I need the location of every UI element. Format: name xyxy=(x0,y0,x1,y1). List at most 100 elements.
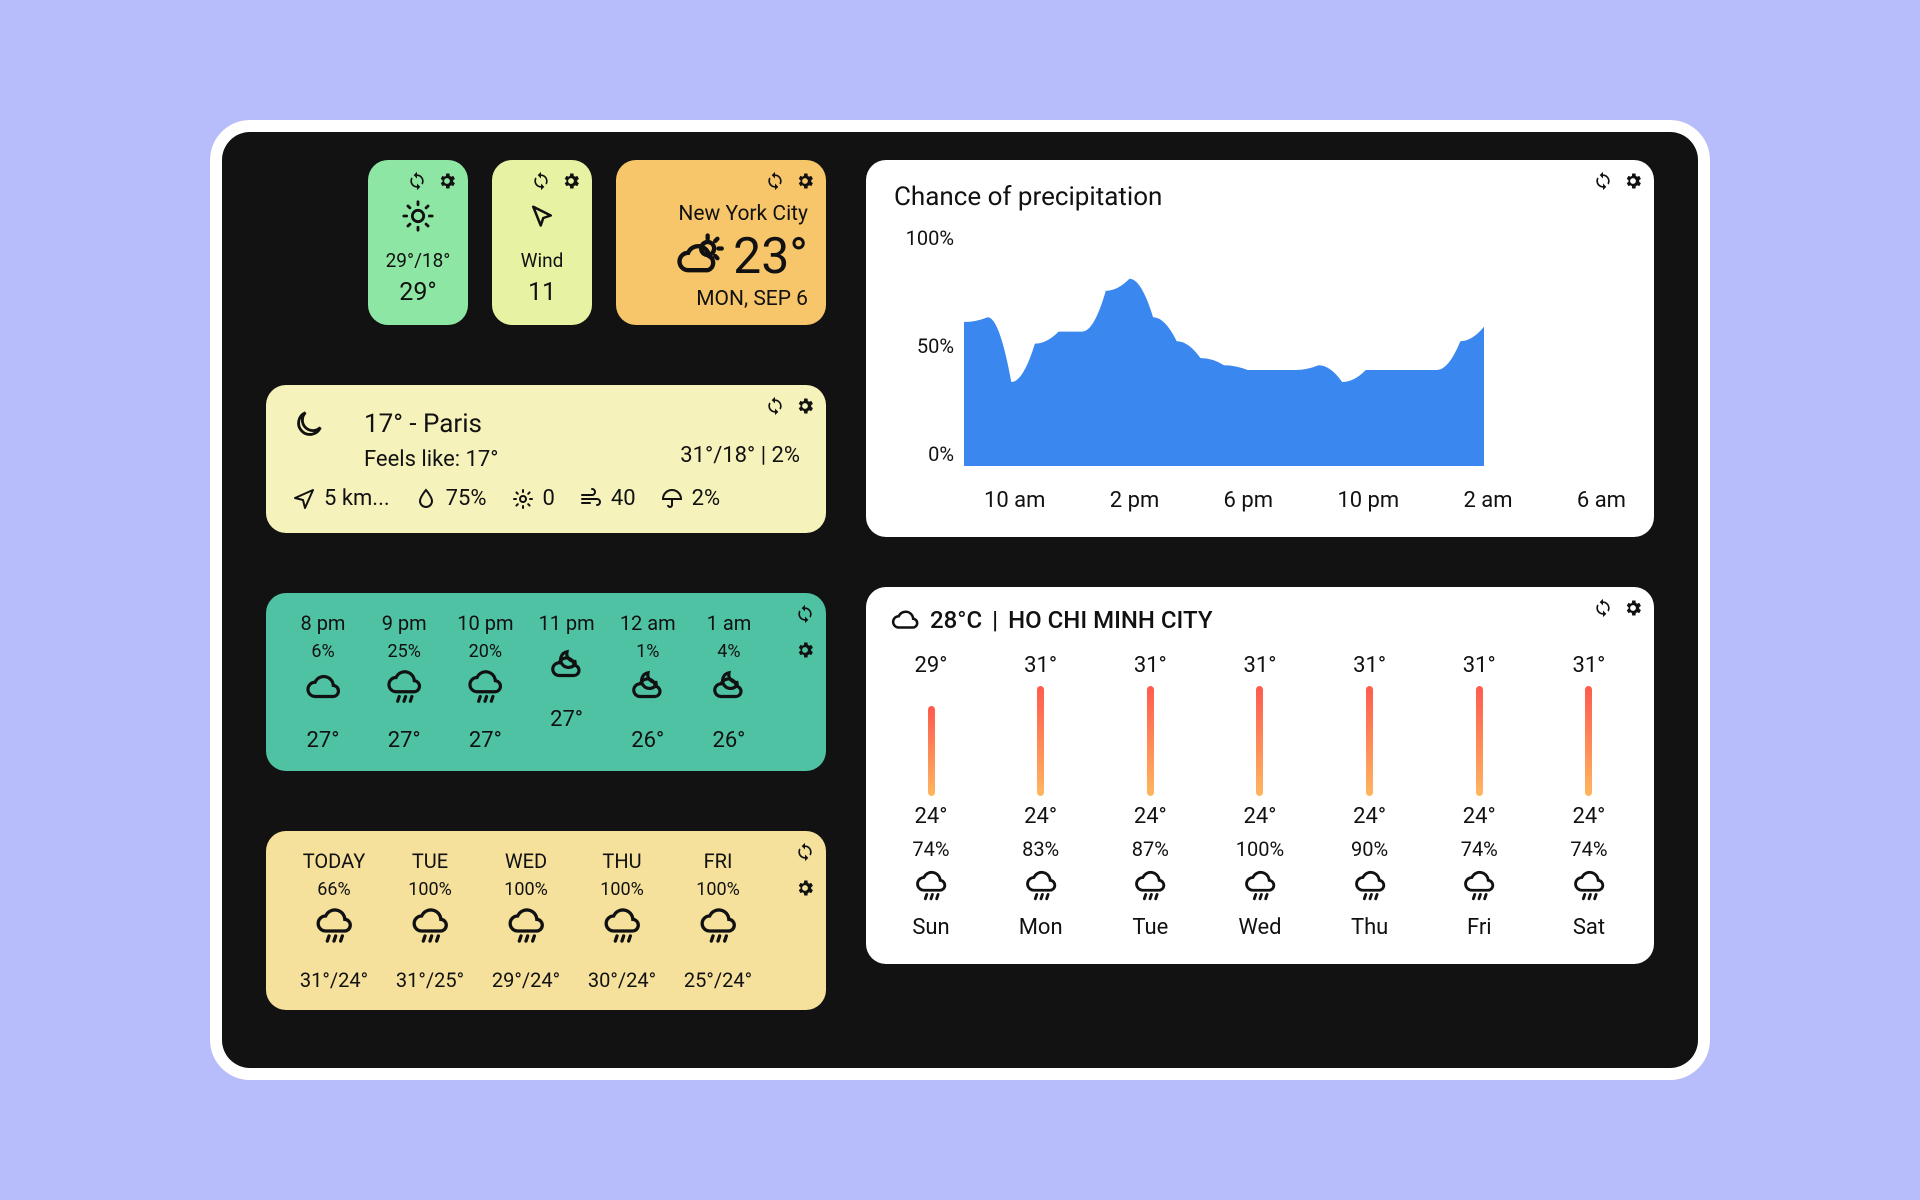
paris-summary: 31°/18° | 2% xyxy=(680,443,800,468)
day-col: FRI 100% 25°/24° xyxy=(670,849,766,992)
refresh-icon[interactable] xyxy=(530,170,552,192)
hour-col: 9 pm 25% 27° xyxy=(367,611,441,753)
hour-temp: 27° xyxy=(469,728,502,753)
refresh-icon[interactable] xyxy=(764,395,786,417)
night-icon xyxy=(548,647,586,689)
hcmc-widget[interactable]: 28°C | HO CHI MINH CITY 29° 24° 74% Sun … xyxy=(866,587,1654,964)
hour-time: 11 pm xyxy=(538,611,594,635)
refresh-icon[interactable] xyxy=(406,170,428,192)
nyc-widget[interactable]: New York City 23° MON, SEP 6 xyxy=(616,160,826,325)
day-pct: 100% xyxy=(696,879,740,900)
hour-pct: 1% xyxy=(636,641,659,662)
paris-widget[interactable]: 17° - Paris Feels like: 17° 31°/18° | 2%… xyxy=(266,385,826,533)
night-icon xyxy=(710,668,748,710)
day-temp: 31°/25° xyxy=(396,968,464,992)
hour-pct: 6% xyxy=(311,641,334,662)
moon-icon xyxy=(292,407,326,441)
refresh-icon[interactable] xyxy=(1592,170,1614,192)
day-name: FRI xyxy=(704,849,733,873)
hour-temp: 27° xyxy=(550,707,583,732)
temp-widget-small[interactable]: 29°/18° 29° xyxy=(368,160,468,325)
home-screen: 29°/18° 29° Wind 11 New York City 23° MO… xyxy=(222,132,1698,1068)
hcmc-day-col: 31° 24° 83% Mon xyxy=(1000,653,1082,940)
day-low: 24° xyxy=(1024,804,1057,829)
x-label: 10 am xyxy=(984,488,1045,513)
day-col: TODAY 66% 31°/24° xyxy=(286,849,382,992)
hour-pct: 25% xyxy=(387,641,420,662)
day-name: THU xyxy=(602,849,641,873)
temp-current: 29° xyxy=(399,278,436,307)
refresh-icon[interactable] xyxy=(764,170,786,192)
day-low: 24° xyxy=(1572,804,1605,829)
rain-icon xyxy=(1572,869,1606,907)
refresh-icon[interactable] xyxy=(794,603,816,625)
umbrella-icon xyxy=(660,487,684,511)
hcmc-temp: 28°C xyxy=(930,606,982,634)
day-high: 31° xyxy=(1024,653,1057,678)
wind-stat: 5 km... xyxy=(324,486,390,511)
gear-icon[interactable] xyxy=(794,170,816,192)
day-name: Sat xyxy=(1573,915,1605,940)
day-name: Sun xyxy=(912,915,949,940)
sun-icon xyxy=(401,199,435,237)
day-high: 31° xyxy=(1134,653,1167,678)
hour-pct: 4% xyxy=(717,641,740,662)
chart-title: Chance of precipitation xyxy=(894,182,1626,212)
gear-icon[interactable] xyxy=(794,639,816,661)
day-name: Thu xyxy=(1351,915,1388,940)
hour-temp: 27° xyxy=(388,728,421,753)
refresh-icon[interactable] xyxy=(794,841,816,863)
day-name: TUE xyxy=(412,849,448,873)
city-name: New York City xyxy=(678,202,808,226)
gear-icon[interactable] xyxy=(1622,170,1644,192)
hour-col: 1 am 4% 26° xyxy=(692,611,766,753)
day-name: WED xyxy=(505,849,547,873)
hour-time: 12 am xyxy=(620,611,676,635)
day-low: 24° xyxy=(1134,804,1167,829)
rain-icon xyxy=(385,668,423,710)
y-label: 100% xyxy=(894,226,954,250)
daily-list: TODAY 66% 31°/24° TUE 100% 31°/25° WED 1… xyxy=(286,849,806,992)
daily-widget[interactable]: TODAY 66% 31°/24° TUE 100% 31°/25° WED 1… xyxy=(266,831,826,1010)
gear-icon[interactable] xyxy=(794,395,816,417)
cloud-icon xyxy=(890,605,920,635)
day-humidity: 90% xyxy=(1351,837,1388,861)
hour-col: 11 pm 27° xyxy=(530,611,604,753)
day-name: Mon xyxy=(1019,915,1063,940)
temp-bar xyxy=(1366,686,1373,796)
day-humidity: 74% xyxy=(1570,837,1607,861)
rain-icon xyxy=(698,906,738,950)
rain-icon xyxy=(466,668,504,710)
hour-temp: 26° xyxy=(631,728,664,753)
day-name: Wed xyxy=(1238,915,1281,940)
nyc-date: MON, SEP 6 xyxy=(696,287,808,311)
wind-label: Wind xyxy=(521,249,564,272)
wind-widget-small[interactable]: Wind 11 xyxy=(492,160,592,325)
device-frame: 29°/18° 29° Wind 11 New York City 23° MO… xyxy=(210,120,1710,1080)
day-high: 29° xyxy=(915,653,948,678)
refresh-icon[interactable] xyxy=(1592,597,1614,619)
hour-time: 1 am xyxy=(707,611,752,635)
hourly-list: 8 pm 6% 27° 9 pm 25% 27° 10 pm 20% 27° 1… xyxy=(286,611,806,753)
day-high: 31° xyxy=(1463,653,1496,678)
day-low: 24° xyxy=(915,804,948,829)
gear-icon[interactable] xyxy=(794,877,816,899)
gear-icon[interactable] xyxy=(1622,597,1644,619)
precipitation-chart-widget[interactable]: Chance of precipitation 100% 50% 0% 10 a… xyxy=(866,160,1654,537)
left-column: 29°/18° 29° Wind 11 New York City 23° MO… xyxy=(266,160,826,1040)
day-humidity: 83% xyxy=(1022,837,1059,861)
gear-icon[interactable] xyxy=(436,170,458,192)
hourly-widget[interactable]: 8 pm 6% 27° 9 pm 25% 27° 10 pm 20% 27° 1… xyxy=(266,593,826,771)
hcmc-day-col: 31° 24° 90% Thu xyxy=(1329,653,1411,940)
hour-pct: 20% xyxy=(469,641,502,662)
day-col: WED 100% 29°/24° xyxy=(478,849,574,992)
day-pct: 100% xyxy=(504,879,548,900)
chart-x-axis: 10 am2 pm6 pm10 pm2 am6 am xyxy=(984,488,1626,513)
hour-time: 9 pm xyxy=(382,611,427,635)
hour-time: 10 pm xyxy=(457,611,513,635)
hcmc-day-col: 31° 24° 74% Sat xyxy=(1548,653,1630,940)
hcmc-day-col: 31° 24° 87% Tue xyxy=(1109,653,1191,940)
gear-icon[interactable] xyxy=(560,170,582,192)
rain-icon xyxy=(602,906,642,950)
day-humidity: 74% xyxy=(912,837,949,861)
